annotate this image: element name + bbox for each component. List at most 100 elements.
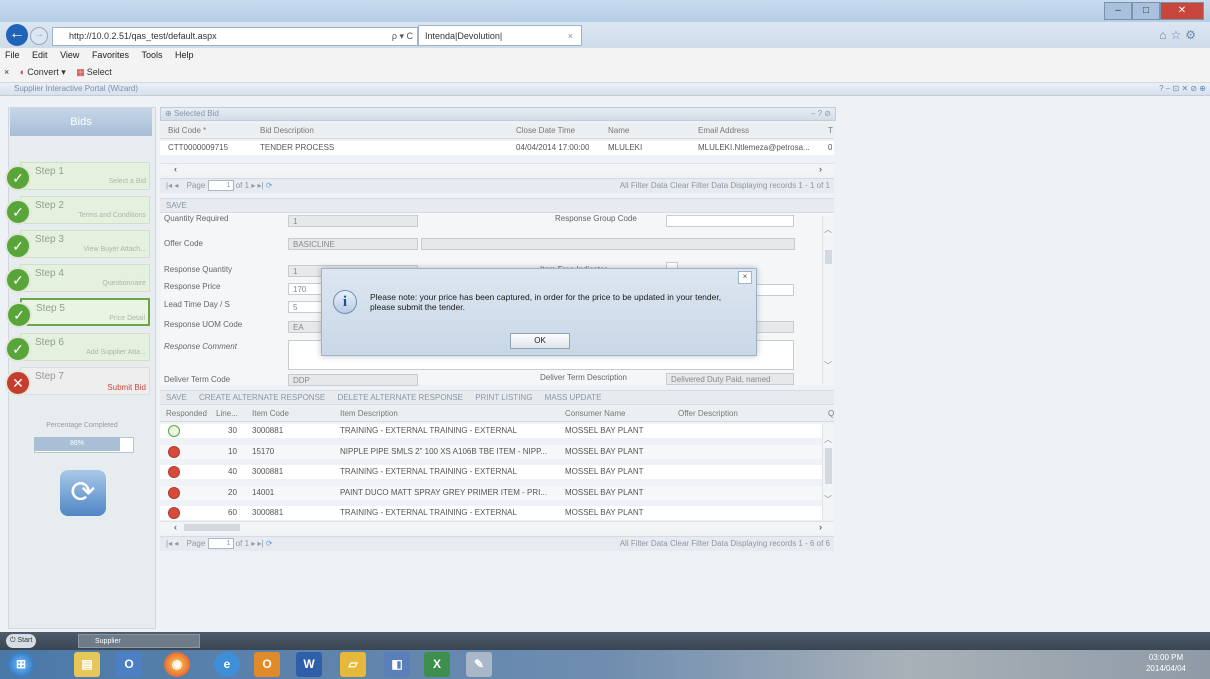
minimize-button[interactable]: – [1104,2,1132,20]
col-bid-code[interactable]: Bid Code * [168,124,206,138]
col-offer-description[interactable]: Offer Description [678,407,738,421]
wizard-step-2[interactable]: ✓ Step 2 Terms and Conditions [5,196,150,225]
pager-next-icon[interactable]: ▸ ▸| [251,539,263,548]
explorer-icon[interactable]: ▤ [74,652,100,677]
col-q[interactable]: Q [828,407,834,421]
col-consumer-name[interactable]: Consumer Name [565,407,625,421]
table-row[interactable]: 20 14001 PAINT DUCO MATT SPRAY GREY PRIM… [160,486,822,500]
items-hscroll[interactable]: ‹ › [160,521,834,533]
maximize-button[interactable]: □ [1132,2,1160,20]
start-button[interactable]: ⏻ Start [6,634,36,648]
table-row[interactable]: 30 3000881 TRAINING - EXTERNAL TRAINING … [160,424,822,438]
page-input[interactable]: 1 [207,180,234,192]
col-t[interactable]: T [828,124,833,138]
address-bar[interactable]: http://10.0.2.51/qas_test/default.aspx ρ… [52,27,418,46]
wizard-step-3[interactable]: ✓ Step 3 View Buyer Attach... [5,230,150,259]
wizard-step-1[interactable]: ✓ Step 1 Select a Bid [5,162,150,191]
forward-button[interactable]: → [30,27,48,45]
col-responded[interactable]: Responded [166,407,207,421]
windows-start-icon[interactable]: ⊞ [8,652,34,677]
dialog-close-icon[interactable]: × [738,271,752,284]
menu-file[interactable]: File [0,48,25,60]
wizard-step-5[interactable]: ✓ Step 5 Price Detail [6,298,150,328]
col-name[interactable]: Name [608,124,629,138]
pager-next-icon[interactable]: ▸ ▸| [251,181,263,190]
wizard-step-7[interactable]: ✕ Step 7 Submit Bid [5,367,150,396]
menu-favorites[interactable]: Favorites [87,48,134,60]
system-clock[interactable]: 03:00 PM 2014/04/04 [1128,652,1204,674]
offer-description-field[interactable] [421,238,795,250]
items-vscroll[interactable]: ︿ ﹀ [822,424,834,520]
refresh-icon[interactable]: ⟳ [60,470,106,516]
scroll-right-icon[interactable]: › [819,522,822,532]
scroll-down-icon[interactable]: ﹀ [824,494,832,505]
back-button[interactable]: ← [6,24,28,46]
scroll-thumb[interactable] [825,250,832,264]
bid-grid-hscroll[interactable]: ‹ › [160,163,834,175]
excel-icon[interactable]: X [424,652,450,677]
outlook-icon[interactable]: O [116,652,142,677]
col-item-code[interactable]: Item Code [252,407,289,421]
close-window-button[interactable]: ✕ [1160,2,1204,20]
mass-update-button[interactable]: MASS UPDATE [545,393,602,402]
panel-tools[interactable]: – ? ⊘ [811,108,831,120]
files-icon[interactable]: ▱ [340,652,366,677]
menu-edit[interactable]: Edit [27,48,53,60]
cmd-close-icon[interactable]: × [0,64,13,77]
menu-tools[interactable]: Tools [136,48,167,60]
table-row[interactable]: 60 3000881 TRAINING - EXTERNAL TRAINING … [160,506,822,520]
select-button[interactable]: ▦ Select [72,64,116,78]
portal-window-controls[interactable]: ? – ⊡ ✕ ⊘ ⊕ [1159,83,1206,95]
col-email[interactable]: Email Address [698,124,749,138]
col-bid-description[interactable]: Bid Description [260,124,314,138]
menu-view[interactable]: View [55,48,84,60]
col-item-description[interactable]: Item Description [340,407,398,421]
scroll-thumb[interactable] [825,448,832,484]
pager-first-icon[interactable]: |◂ ◂ [166,181,178,190]
scroll-left-icon[interactable]: ‹ [174,522,177,532]
pager-refresh-icon[interactable]: ⟳ [266,181,273,190]
scroll-up-icon[interactable]: ︿ [824,434,832,445]
tool-icon[interactable]: ✎ [466,652,492,677]
pager-refresh-icon[interactable]: ⟳ [266,539,273,548]
menu-help[interactable]: Help [170,48,199,60]
bid-row[interactable]: CTT0000009715 TENDER PROCESS 04/04/2014 … [160,141,834,155]
supplier-task-button[interactable]: Supplier [78,634,200,648]
browser-tab[interactable]: Intenda|Devolution| × [418,25,582,46]
tab-close-icon[interactable]: × [568,26,573,47]
bids-button[interactable]: Bids [10,108,152,136]
scroll-right-icon[interactable]: › [819,164,822,174]
wizard-step-4[interactable]: ✓ Step 4 Questionnaire [5,264,150,293]
quantity-required-field[interactable]: 1 [288,215,418,227]
convert-button[interactable]: ◐ Convert ▾ [16,64,70,78]
col-line[interactable]: Line... [216,407,238,421]
address-controls[interactable]: ρ ▾ C [392,28,413,45]
wizard-step-6[interactable]: ✓ Step 6 Add Supplier Atta... [5,333,150,362]
ie-icon[interactable]: e [214,652,240,677]
delete-alternate-button[interactable]: DELETE ALTERNATE RESPONSE [337,393,463,402]
col-close-date[interactable]: Close Date Time [516,124,575,138]
offer-code-field[interactable]: BASICLINE [288,238,418,250]
scroll-down-icon[interactable]: ﹀ [824,360,832,371]
page-input[interactable]: 1 [207,538,234,550]
scroll-left-icon[interactable]: ‹ [174,164,177,174]
word-icon[interactable]: W [296,652,322,677]
print-listing-button[interactable]: PRINT LISTING [475,393,532,402]
items-save-button[interactable]: SAVE [166,393,187,402]
pager-first-icon[interactable]: |◂ ◂ [166,539,178,548]
onenote-icon[interactable]: O [254,652,280,677]
dialog-ok-button[interactable]: OK [510,333,570,349]
chrome-icon[interactable]: ◉ [164,652,190,677]
deliver-term-code-field[interactable]: DDP [288,374,418,386]
create-alternate-button[interactable]: CREATE ALTERNATE RESPONSE [199,393,325,402]
table-row[interactable]: 40 3000881 TRAINING - EXTERNAL TRAINING … [160,465,822,479]
collapse-icon[interactable]: ⊕ [165,109,172,118]
scroll-up-icon[interactable]: ︿ [824,224,832,235]
table-row[interactable]: 10 15170 NIPPLE PIPE SMLS 2" 100 XS A106… [160,445,822,459]
response-group-code-field[interactable] [666,215,794,227]
form-save-button[interactable]: SAVE [166,201,187,210]
browser-right-icons[interactable]: ⌂☆⚙ [1159,28,1200,42]
deliver-term-desc-field[interactable]: Delivered Duty Paid, named [666,373,794,385]
hscroll-thumb[interactable] [184,524,240,531]
app-icon[interactable]: ◧ [384,652,410,677]
